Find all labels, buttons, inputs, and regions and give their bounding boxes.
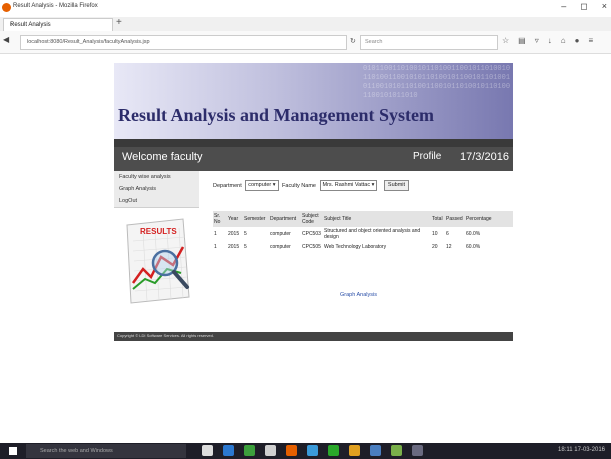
date-text: 17/3/2016 <box>460 151 509 163</box>
file-explorer-icon[interactable] <box>265 445 276 456</box>
graph-analysis-link[interactable]: Graph Analysis <box>340 292 377 298</box>
home-icon[interactable]: ⌂ <box>561 36 566 45</box>
faculty-name-label: Faculty Name <box>282 182 316 189</box>
table-row: 1 2015 5 computer CPC503 Structured and … <box>214 227 481 240</box>
tab-close-icon[interactable]: × <box>10 20 108 29</box>
url-text: localhost:8080/Result_Analysis/facultyAn… <box>27 39 150 45</box>
store-icon[interactable] <box>244 445 255 456</box>
col-department: Department <box>269 211 301 227</box>
navigation-bar: ◀ localhost:8080/Result_Analysis/faculty… <box>0 31 611 54</box>
app-icon[interactable] <box>370 445 381 456</box>
menu-icon[interactable]: ≡ <box>588 36 593 45</box>
profile-link[interactable]: Profile <box>413 151 441 162</box>
table-row: 1 2015 5 computer CPC505 Web Technology … <box>214 243 481 250</box>
col-semester: Semester <box>243 211 269 227</box>
download-icon[interactable]: ↓ <box>548 36 552 45</box>
department-select[interactable]: computer ▾ <box>245 180 279 191</box>
taskbar: Search the web and Windows 18:11 17-03-2… <box>0 443 611 459</box>
pocket-icon[interactable]: ▿ <box>535 36 539 45</box>
addon-icon[interactable]: ● <box>575 36 580 45</box>
app-icon[interactable] <box>328 445 339 456</box>
main-content: Department computer ▾ Faculty Name Mrs. … <box>199 171 513 332</box>
col-percentage: Percentage <box>465 211 513 227</box>
search-input[interactable]: Search <box>360 35 498 50</box>
col-year: Year <box>227 211 243 227</box>
minimize-button[interactable]: – <box>561 1 566 12</box>
firefox-icon <box>2 3 11 12</box>
url-bar[interactable]: localhost:8080/Result_Analysis/facultyAn… <box>20 35 347 50</box>
window-titlebar: Result Analysis - Mozilla Firefox – ◻ × <box>0 0 611 17</box>
app-icon[interactable] <box>307 445 318 456</box>
submit-button[interactable]: Submit <box>383 180 410 191</box>
results-label: RESULTS <box>140 227 177 236</box>
col-subject-title: Subject Title <box>323 211 431 227</box>
binary-decoration: 0101100110100101101001100101101001011010… <box>363 65 511 100</box>
app-icon[interactable] <box>349 445 360 456</box>
filter-form: Department computer ▾ Faculty Name Mrs. … <box>213 180 410 191</box>
welcome-text: Welcome faculty <box>122 151 203 163</box>
col-total: Total <box>431 211 445 227</box>
bookmark-star-icon[interactable]: ☆ <box>502 36 509 45</box>
windows-start-icon[interactable] <box>9 447 17 455</box>
back-arrow-icon[interactable]: ◀ <box>3 35 9 44</box>
reload-icon[interactable]: ↻ <box>350 37 356 45</box>
edge-icon[interactable] <box>223 445 234 456</box>
col-passed: Passed <box>445 211 465 227</box>
window-title: Result Analysis - Mozilla Firefox <box>13 3 98 9</box>
firefox-taskbar-icon[interactable] <box>286 445 297 456</box>
close-button[interactable]: × <box>602 1 607 12</box>
sidebar: Faculty wise analysis Graph Analysis Log… <box>114 171 199 332</box>
tab-bar: Result Analysis × <box>0 17 611 32</box>
tray-time: 18:11 <box>558 447 573 453</box>
results-illustration: RESULTS <box>123 217 193 305</box>
result-table: Sr. No Year Semester Department Subject … <box>213 211 513 253</box>
department-label: Department <box>213 182 242 189</box>
reading-list-icon[interactable]: ▤ <box>518 36 526 45</box>
page-footer: Copyright © LDI Software Services. All r… <box>114 332 513 341</box>
sidebar-item-logout[interactable]: LogOut <box>114 195 199 208</box>
taskbar-search[interactable]: Search the web and Windows <box>26 444 186 458</box>
col-subject-code: Subject Code <box>301 211 323 227</box>
system-tray: 18:11 17-03-2016 <box>558 447 605 453</box>
site-header: 0101100110100101101001100101101001011010… <box>114 63 513 139</box>
welcome-bar: Welcome faculty Profile 17/3/2016 <box>114 139 513 171</box>
col-sr-no: Sr. No <box>213 211 227 227</box>
table-header-row: Sr. No Year Semester Department Subject … <box>213 211 513 227</box>
faculty-name-select[interactable]: Mrs. Rashmi Vattac ▾ <box>319 180 378 191</box>
new-tab-button[interactable]: + <box>116 17 122 28</box>
app-icon[interactable] <box>412 445 423 456</box>
copyright-text: Copyright © LDI Software Services. All r… <box>117 333 214 338</box>
page-title: Result Analysis and Management System <box>118 105 435 125</box>
task-view-icon[interactable] <box>202 445 213 456</box>
tab-result-analysis[interactable]: Result Analysis × <box>3 18 113 32</box>
app-icon[interactable] <box>391 445 402 456</box>
tray-date: 17-03-2016 <box>574 447 605 453</box>
search-placeholder: Search <box>365 39 383 45</box>
maximize-button[interactable]: ◻ <box>580 1 587 12</box>
